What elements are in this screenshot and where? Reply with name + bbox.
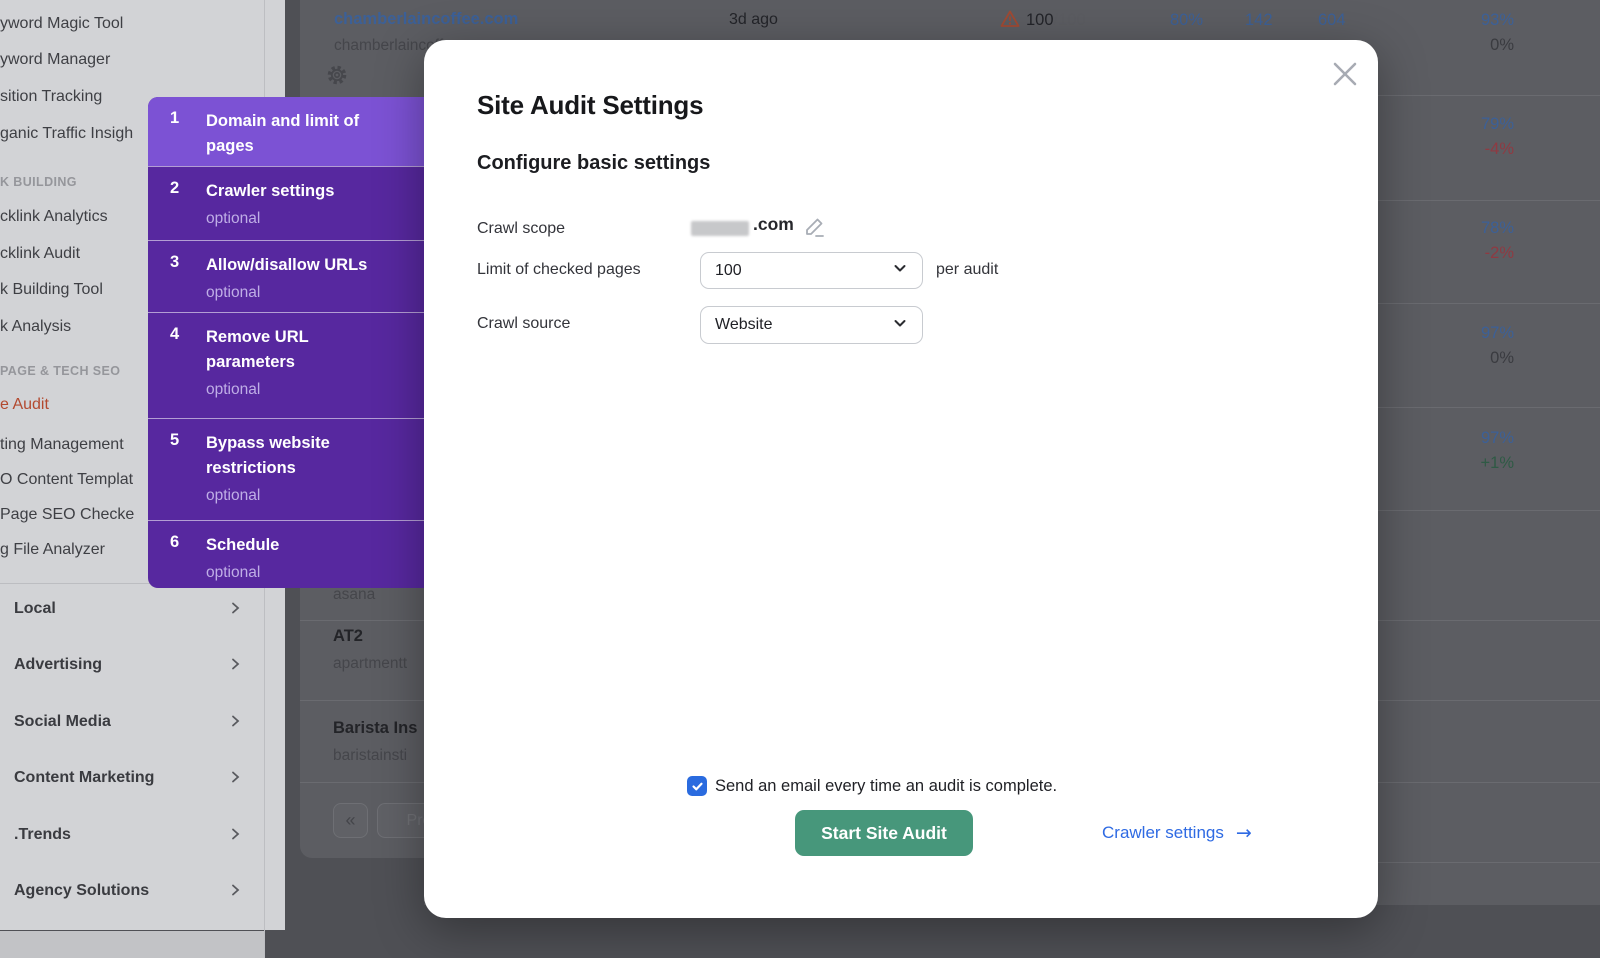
sidebar-item-backlink-analytics[interactable]: cklink Analytics	[0, 208, 108, 226]
sidebar-section-onpage-tech-seo: PAGE & TECH SEO	[0, 364, 120, 378]
warning-triangle-icon	[1000, 9, 1020, 34]
sidebar-item-trends[interactable]: .Trends	[14, 826, 71, 844]
chevron-down-icon	[892, 260, 908, 281]
crawl-scope-domain-suffix: .com	[753, 214, 794, 235]
screen: asana AT2 apartmentt Barista Ins barista…	[0, 0, 1600, 958]
crawl-source-select[interactable]: Website	[700, 306, 923, 344]
sidebar-item-keyword-magic-tool[interactable]: yword Magic Tool	[0, 15, 123, 33]
stepper-step-1-domain-and-limit[interactable]: 1 Domain and limit of pages	[148, 97, 424, 166]
redacted-domain	[691, 221, 749, 236]
project-domain-link[interactable]: chamberlaincoffee.com	[334, 10, 518, 29]
sidebar-item-link-building-tool[interactable]: k Building Tool	[0, 281, 103, 299]
chevron-right-icon	[228, 657, 242, 671]
sidebar-item-onpage-seo-checker[interactable]: Page SEO Checke	[0, 506, 134, 524]
sidebar-item-position-tracking[interactable]: sition Tracking	[0, 88, 102, 106]
row-divider	[300, 620, 424, 621]
chevron-right-icon	[228, 827, 242, 841]
row-divider	[300, 700, 424, 701]
site-audit-settings-modal: Site Audit Settings Configure basic sett…	[424, 40, 1378, 918]
sidebar-item-content-marketing[interactable]: Content Marketing	[14, 769, 154, 787]
email-checkbox-label: Send an email every time an audit is com…	[715, 777, 1057, 796]
sidebar-item-advertising[interactable]: Advertising	[14, 656, 102, 674]
email-checkbox[interactable]	[687, 776, 707, 796]
stepper-step-3-allow-disallow-urls[interactable]: 3 Allow/disallow URLs optional	[148, 240, 424, 312]
crawled-pages-count[interactable]: 142	[1245, 11, 1273, 30]
modal-section-heading: Configure basic settings	[477, 152, 710, 175]
site-health-cell: 97% 0%	[1444, 321, 1514, 371]
sidebar-item-seo-content-template[interactable]: O Content Templat	[0, 471, 133, 489]
sidebar-item-agency-solutions[interactable]: Agency Solutions	[14, 882, 149, 900]
sidebar-item-organic-traffic-insights[interactable]: ganic Traffic Insigh	[0, 125, 133, 143]
sidebar-item-listing-management[interactable]: ting Management	[0, 436, 124, 454]
limit-of-checked-pages-select[interactable]: 100	[700, 252, 923, 289]
pagination-prev-button[interactable]: Prev	[377, 803, 424, 838]
stepper-step-5-bypass-website-restrictions[interactable]: 5 Bypass website restrictions optional	[148, 418, 424, 520]
issues-count[interactable]: 604	[1318, 11, 1346, 30]
sidebar-item-social-media[interactable]: Social Media	[14, 713, 111, 731]
last-audit-age: 3d ago	[729, 11, 778, 29]
errors-count: 100/100	[1026, 11, 1086, 30]
gear-icon[interactable]	[325, 63, 349, 92]
limit-of-checked-pages-label: Limit of checked pages	[477, 261, 641, 279]
edit-pencil-icon[interactable]	[803, 215, 827, 244]
stepper-step-4-remove-url-parameters[interactable]: 4 Remove URL parameters optional	[148, 312, 424, 418]
chevron-right-icon	[228, 883, 242, 897]
chevron-right-icon	[228, 770, 242, 784]
sidebar-item-log-file-analyzer[interactable]: g File Analyzer	[0, 541, 105, 559]
chevron-down-icon	[892, 315, 908, 336]
close-icon[interactable]	[1332, 61, 1358, 87]
sidebar-footer-strip	[0, 931, 264, 958]
sidebar-item-local[interactable]: Local	[14, 600, 56, 618]
stepper-step-2-crawler-settings[interactable]: 2 Crawler settings optional	[148, 166, 424, 240]
site-health-cell: 79% -4%	[1444, 112, 1514, 162]
per-audit-label: per audit	[936, 261, 998, 279]
chevron-right-icon	[228, 714, 242, 728]
project-domain: baristainsti	[333, 747, 407, 765]
sidebar-item-backlink-audit[interactable]: cklink Audit	[0, 245, 80, 263]
sidebar-item-bulk-analysis[interactable]: k Analysis	[0, 318, 71, 336]
double-chevron-left-icon: «	[345, 810, 355, 831]
project-name: AT2	[333, 627, 363, 646]
project-domain-truncated: asana	[333, 586, 375, 604]
crawl-scope-label: Crawl scope	[477, 220, 565, 238]
pagination-first-button[interactable]: «	[333, 803, 368, 838]
sidebar-item-site-audit-active[interactable]: e Audit	[0, 396, 49, 414]
stepper-step-6-schedule[interactable]: 6 Schedule optional	[148, 520, 424, 588]
check-icon	[691, 780, 704, 793]
modal-title: Site Audit Settings	[477, 90, 703, 121]
arrow-right-icon: →	[1236, 822, 1252, 844]
site-health-cell: 78% -2%	[1444, 216, 1514, 266]
sidebar-section-link-building: K BUILDING	[0, 175, 77, 189]
health-percent[interactable]: 80%	[1170, 11, 1203, 30]
crawler-settings-link[interactable]: Crawler settings →	[1102, 822, 1252, 844]
chevron-right-icon	[228, 601, 242, 615]
start-site-audit-button[interactable]: Start Site Audit	[795, 810, 973, 856]
site-audit-wizard-stepper: 1 Domain and limit of pages 2 Crawler se…	[148, 97, 424, 588]
crawl-source-label: Crawl source	[477, 315, 570, 333]
site-health-cell: 97% +1%	[1444, 426, 1514, 476]
project-domain: apartmentt	[333, 655, 407, 673]
sidebar-item-keyword-manager[interactable]: yword Manager	[0, 51, 110, 69]
project-name: Barista Ins	[333, 719, 417, 738]
row-divider	[300, 782, 424, 783]
